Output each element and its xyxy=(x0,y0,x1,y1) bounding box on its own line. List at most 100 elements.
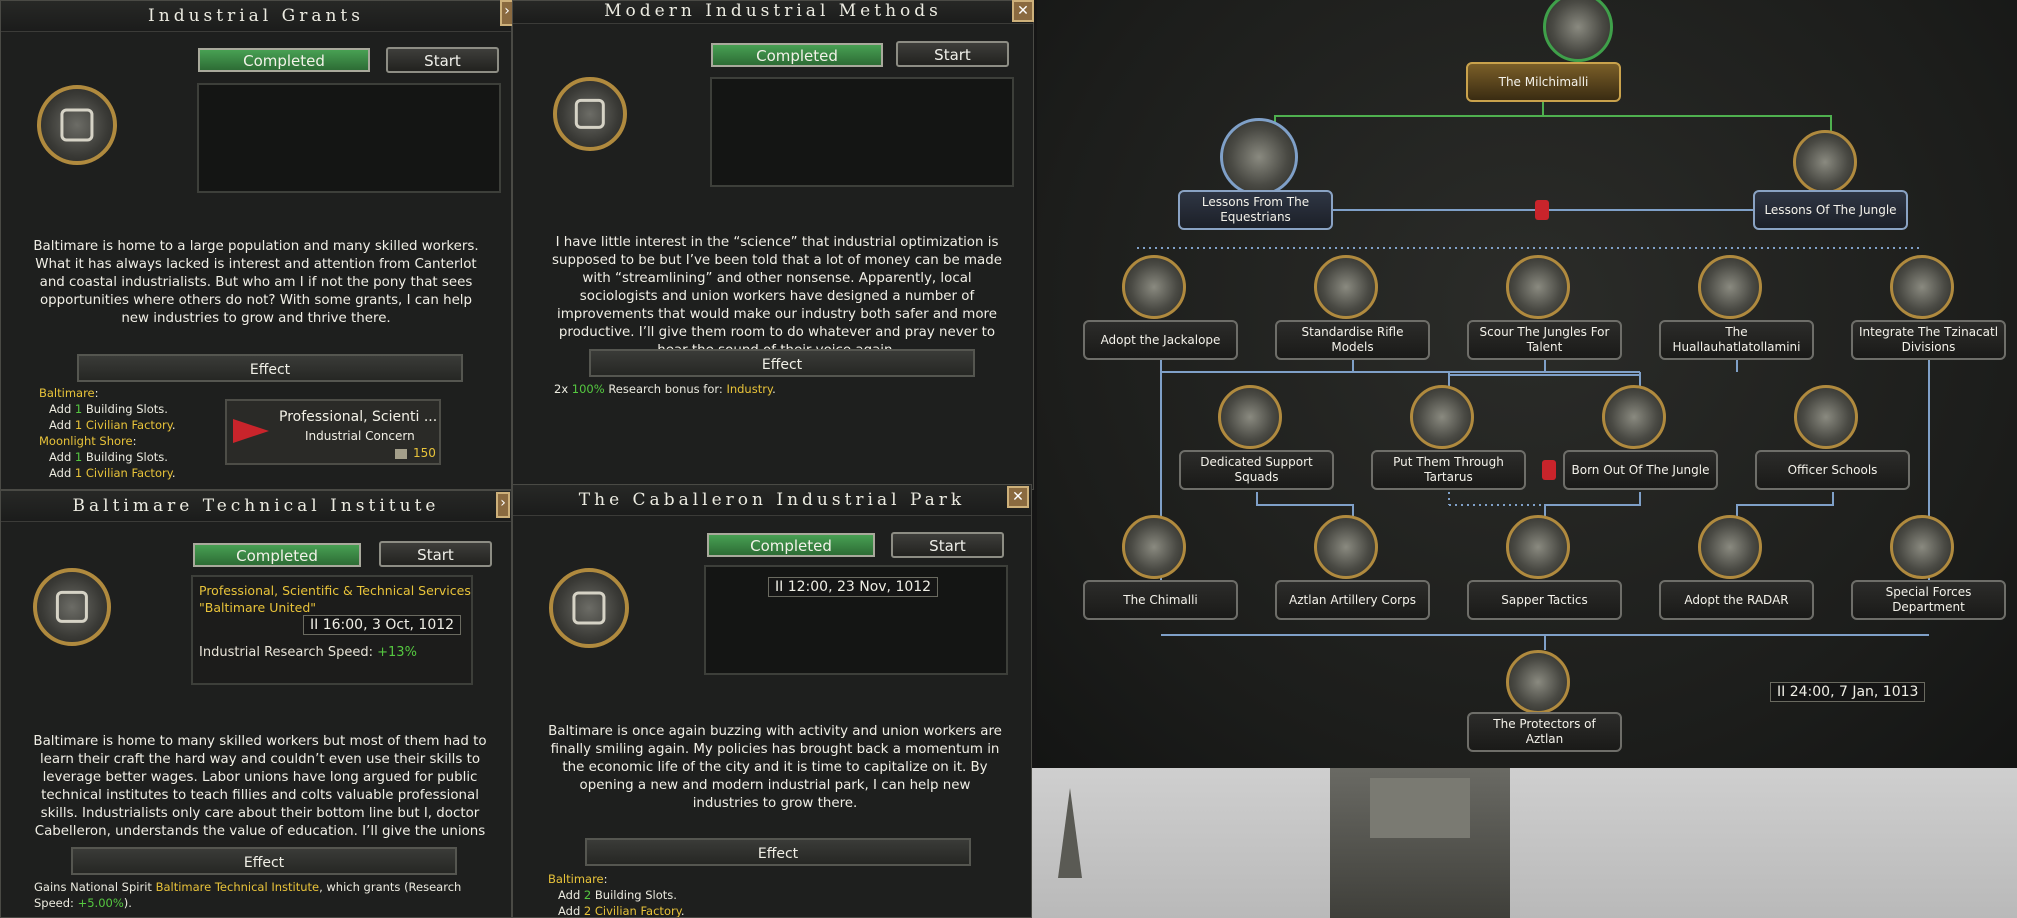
conflict-icon xyxy=(1535,200,1549,220)
focus-chimalli[interactable]: The Chimalli xyxy=(1083,580,1238,620)
effect-line: ). xyxy=(123,896,132,910)
pause-icon: II xyxy=(775,579,784,595)
effect-line: Add xyxy=(558,904,584,918)
focus-support[interactable]: Dedicated Support Squads xyxy=(1179,450,1334,490)
timer-badge: II 12:00, 23 Nov, 1012 xyxy=(768,577,939,597)
focus-icon-jackalope[interactable] xyxy=(1122,255,1186,319)
effect-value: 100% xyxy=(571,382,605,396)
effect-header: Effect xyxy=(77,354,463,382)
effect-line: Add xyxy=(49,466,75,480)
focus-icon-chimalli[interactable] xyxy=(1122,515,1186,579)
focus-milchimalli[interactable]: The Milchimalli xyxy=(1466,62,1621,102)
industrial-grants-panel: Industrial Grants Completed Start Baltim… xyxy=(0,0,512,490)
start-button[interactable]: Start xyxy=(386,47,499,73)
start-button[interactable]: Start xyxy=(891,532,1004,558)
focus-icon-sapper[interactable] xyxy=(1506,515,1570,579)
focus-icon-bornjungle[interactable] xyxy=(1602,385,1666,449)
panel-title: The Caballeron Industrial Park xyxy=(513,485,1031,516)
effect-value: 1 Civilian Factory xyxy=(74,418,172,432)
focus-tartarus[interactable]: Put Them Through Tartarus xyxy=(1371,450,1526,490)
focus-icon-tzinacatl[interactable] xyxy=(1890,255,1954,319)
timer-text: 24:00, 7 Jan, 1013 xyxy=(1789,684,1919,700)
focus-icon-special[interactable] xyxy=(1890,515,1954,579)
focus-scour[interactable]: Scour The Jungles For Talent xyxy=(1467,320,1622,360)
focus-huallau[interactable]: The Huallauhatlatollamini xyxy=(1659,320,1814,360)
effect-value: Baltimare Technical Institute xyxy=(155,880,320,894)
focus-description: Baltimare is home to many skilled worker… xyxy=(33,734,487,839)
effect-line: . xyxy=(171,418,176,432)
concern-name: Professional, Scienti ... xyxy=(279,409,438,425)
focus-icon-officer[interactable] xyxy=(1794,385,1858,449)
focus-description: Baltimare is once again buzzing with act… xyxy=(548,724,1002,811)
start-button[interactable]: Start xyxy=(379,541,492,567)
focus-icon-radar[interactable] xyxy=(1698,515,1762,579)
crossed-hammers-icon xyxy=(33,568,111,646)
effect-value: 2 Civilian Factory xyxy=(583,904,681,918)
effect-line: Gains National Spirit xyxy=(34,880,156,894)
effect-line: Building Slots. xyxy=(591,888,677,902)
focus-tree: The Milchimalli Lessons From The Equestr… xyxy=(1037,0,2017,768)
completed-button[interactable]: Completed xyxy=(707,533,875,557)
effect-line: Building Slots. xyxy=(82,402,168,416)
concern-cost: 150 xyxy=(413,446,436,460)
timer-text: 16:00, 3 Oct, 1012 xyxy=(322,617,455,633)
focus-artillery[interactable]: Aztlan Artillery Corps xyxy=(1275,580,1430,620)
focus-equestrians[interactable]: Lessons From The Equestrians xyxy=(1178,190,1333,230)
focus-icon-tartarus[interactable] xyxy=(1410,385,1474,449)
spirit-subtitle: "Baltimare United" xyxy=(199,600,317,615)
pause-icon: II xyxy=(310,617,319,633)
cost-icon xyxy=(395,449,407,459)
effect-header: Effect xyxy=(71,847,457,875)
effect-line: Research bonus for: xyxy=(604,382,727,396)
focus-icon-rifle[interactable] xyxy=(1314,255,1378,319)
effect-list: Gains National Spirit Baltimare Technica… xyxy=(34,879,494,911)
focus-bornjungle[interactable]: Born Out Of The Jungle xyxy=(1563,450,1718,490)
focus-icon-scour[interactable] xyxy=(1506,255,1570,319)
focus-officer[interactable]: Officer Schools xyxy=(1755,450,1910,490)
focus-jackalope[interactable]: Adopt the Jackalope xyxy=(1083,320,1238,360)
timer-badge: II 16:00, 3 Oct, 1012 xyxy=(303,615,462,635)
tower-top xyxy=(1370,778,1470,838)
focus-icon-protectors[interactable] xyxy=(1506,650,1570,714)
focus-special[interactable]: Special Forces Department xyxy=(1851,580,2006,620)
effect-list: Baltimare: Add 2 Building Slots. Add 2 C… xyxy=(548,872,685,918)
pause-icon: II xyxy=(1777,684,1786,700)
focus-description: I have little interest in the “science” … xyxy=(551,235,1002,358)
effect-value: 1 Civilian Factory xyxy=(74,466,172,480)
completed-button[interactable]: Completed xyxy=(193,543,361,567)
effect-list: 2x 100% Research bonus for: Industry. xyxy=(554,381,954,397)
effect-header: Effect xyxy=(589,349,975,377)
focus-rifle[interactable]: Standardise Rifle Models xyxy=(1275,320,1430,360)
focus-icon-artillery[interactable] xyxy=(1314,515,1378,579)
start-button[interactable]: Start xyxy=(896,41,1009,67)
focus-tzinacatl[interactable]: Integrate The Tzinacatl Divisions xyxy=(1851,320,2006,360)
focus-description: Baltimare is home to a large population … xyxy=(33,239,479,326)
panel-title: Industrial Grants xyxy=(1,1,511,32)
speed-label: Industrial Research Speed: xyxy=(199,645,378,660)
close-icon[interactable]: ✕ xyxy=(1007,486,1029,508)
focus-jungle[interactable]: Lessons Of The Jungle xyxy=(1753,190,1908,230)
focus-icon-support[interactable] xyxy=(1218,385,1282,449)
speed-value: +13% xyxy=(377,645,417,660)
focus-protectors[interactable]: The Protectors of Aztlan xyxy=(1467,712,1622,752)
progress-area: II 12:00, 23 Nov, 1012 xyxy=(704,565,1008,675)
focus-icon-equestrians[interactable] xyxy=(1220,118,1298,196)
industrial-concern-card[interactable]: Professional, Scienti ... Industrial Con… xyxy=(225,399,441,465)
effect-line: Add xyxy=(49,450,75,464)
effect-line: Add xyxy=(49,402,75,416)
scroll-arrow-icon[interactable]: › xyxy=(496,492,510,518)
gear-icon xyxy=(553,77,627,151)
focus-icon-jungle[interactable] xyxy=(1793,130,1857,194)
focus-radar[interactable]: Adopt the RADAR xyxy=(1659,580,1814,620)
focus-icon-huallau[interactable] xyxy=(1698,255,1762,319)
industrial-park-panel: The Caballeron Industrial Park Completed… xyxy=(512,484,1032,918)
completed-button[interactable]: Completed xyxy=(198,48,370,72)
completed-button[interactable]: Completed xyxy=(711,43,883,67)
state-name: Baltimare xyxy=(39,386,95,400)
state-name: Baltimare xyxy=(548,872,604,886)
focus-sapper[interactable]: Sapper Tactics xyxy=(1467,580,1622,620)
effect-line: 2x xyxy=(554,382,572,396)
modern-methods-panel: Modern Industrial Methods Completed Star… xyxy=(512,0,1034,490)
close-icon[interactable]: ✕ xyxy=(1012,0,1034,22)
concern-type: Industrial Concern xyxy=(305,429,415,443)
